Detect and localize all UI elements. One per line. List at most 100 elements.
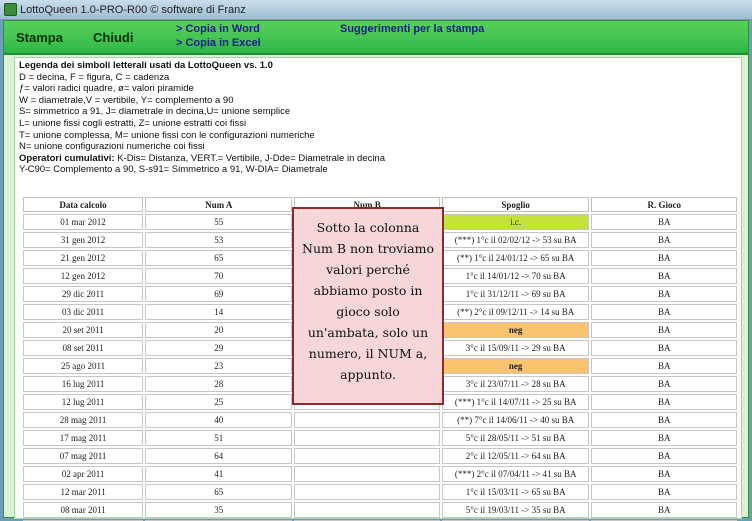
num-b-cell bbox=[294, 466, 440, 482]
rgioco-cell: BA bbox=[591, 214, 737, 230]
legend-line: S= simmetrico a 91, J= diametrale in dec… bbox=[19, 106, 291, 118]
num-a-cell: 65 bbox=[145, 250, 293, 266]
num-a-cell: 69 bbox=[145, 286, 293, 302]
num-a-cell: 40 bbox=[145, 412, 293, 428]
callout-line: valori perché bbox=[326, 262, 410, 277]
date-cell: 12 lug 2011 bbox=[23, 394, 144, 410]
spoglio-cell: 5°c il 28/05/11 -> 51 su BA bbox=[441, 430, 590, 446]
num-a-cell: 20 bbox=[145, 322, 293, 338]
spoglio-cell: 5°c il 19/03/11 -> 35 su BA bbox=[441, 502, 590, 518]
callout-line: appunto. bbox=[340, 367, 396, 382]
operators-label: Operatori cumulativi: bbox=[19, 152, 115, 164]
rgioco-cell: BA bbox=[591, 484, 737, 500]
annotation-callout: Sotto la colonna Num B non troviamo valori… bbox=[292, 207, 444, 405]
spoglio-cell: 3°c il 15/09/11 -> 29 su BA bbox=[441, 340, 590, 356]
date-cell: 08 set 2011 bbox=[23, 340, 144, 356]
callout-line: abbiamo posto in bbox=[313, 283, 423, 298]
num-b-cell bbox=[294, 430, 440, 446]
operators-text: K-Dis= Distanza, VERT.= Vertibile, J-Dde… bbox=[114, 152, 385, 164]
date-cell: 28 mag 2011 bbox=[23, 412, 144, 428]
callout-line: un'ambata, solo un bbox=[307, 325, 429, 340]
spoglio-cell: (**) 7°c il 14/06/11 -> 40 su BA bbox=[441, 412, 590, 428]
spoglio-cell: (***) 2°c il 07/04/11 -> 41 su BA bbox=[441, 466, 590, 482]
rgioco-cell: BA bbox=[591, 268, 737, 284]
spoglio-cell: neg bbox=[441, 322, 590, 338]
date-cell: 25 ago 2011 bbox=[23, 358, 144, 374]
spoglio-cell: 2°c il 12/05/11 -> 64 su BA bbox=[441, 448, 590, 464]
callout-line: Sotto la colonna bbox=[316, 220, 420, 235]
date-cell: 12 gen 2012 bbox=[23, 268, 144, 284]
table-row: 07 mag 2011 64 2°c il 12/05/11 -> 64 su BA… bbox=[23, 448, 737, 464]
app-icon bbox=[4, 3, 17, 16]
date-cell: 17 mag 2011 bbox=[23, 430, 144, 446]
spoglio-cell: 3°c il 23/07/11 -> 28 su BA bbox=[441, 376, 590, 392]
num-a-cell: 23 bbox=[145, 358, 293, 374]
date-cell: 07 mag 2011 bbox=[23, 448, 144, 464]
num-a-cell: 35 bbox=[145, 502, 293, 518]
num-a-cell: 28 bbox=[145, 376, 293, 392]
num-b-cell bbox=[294, 484, 440, 500]
window-title: LottoQueen 1.0-PRO-R00 © software di Fra… bbox=[20, 4, 246, 16]
table-row: 17 mag 2011 51 5°c il 28/05/11 -> 51 su BA… bbox=[23, 430, 737, 446]
suggerimenti-link[interactable]: Suggerimenti per la stampa bbox=[340, 23, 484, 35]
spoglio-cell: (**) 1°c il 24/01/12 -> 65 su BA bbox=[441, 250, 590, 266]
date-cell: 21 gen 2012 bbox=[23, 250, 144, 266]
num-b-cell bbox=[294, 502, 440, 518]
legend: Legenda dei simboli letterali usati da L… bbox=[19, 60, 719, 176]
column-header: Data calcolo bbox=[23, 197, 144, 212]
date-cell: 03 dic 2011 bbox=[23, 304, 144, 320]
num-b-cell bbox=[294, 448, 440, 464]
num-a-cell: 41 bbox=[145, 466, 293, 482]
legend-title: Legenda dei simboli letterali usati da L… bbox=[19, 60, 273, 71]
rgioco-cell: BA bbox=[591, 412, 737, 428]
table-row: 28 mag 2011 40 (**) 7°c il 14/06/11 -> 40 … bbox=[23, 412, 737, 428]
date-cell: 16 lug 2011 bbox=[23, 376, 144, 392]
legend-line: W = diametrale,V = vertibile, Y= complem… bbox=[19, 94, 234, 106]
rgioco-cell: BA bbox=[591, 304, 737, 320]
legend-line: L= unione fissi cogli estratti, Z= union… bbox=[19, 117, 247, 129]
num-a-cell: 51 bbox=[145, 430, 293, 446]
table-row: 12 mar 2011 65 1°c il 15/03/11 -> 65 su BA… bbox=[23, 484, 737, 500]
stampa-menu[interactable]: Stampa bbox=[16, 30, 63, 45]
legend-line: T= unione complessa, M= unione fissi con… bbox=[19, 129, 315, 141]
date-cell: 01 mar 2012 bbox=[23, 214, 144, 230]
date-cell: 12 mar 2011 bbox=[23, 484, 144, 500]
date-cell: 08 mar 2011 bbox=[23, 502, 144, 518]
callout-line: Num B non troviamo bbox=[302, 241, 434, 256]
callout-line: gioco solo bbox=[336, 304, 400, 319]
rgioco-cell: BA bbox=[591, 286, 737, 302]
chiudi-menu[interactable]: Chiudi bbox=[93, 30, 133, 45]
num-a-cell: 53 bbox=[145, 232, 293, 248]
table-row: 08 mar 2011 35 5°c il 19/03/11 -> 35 su BA… bbox=[23, 502, 737, 518]
spoglio-cell: 1°c il 31/12/11 -> 69 su BA bbox=[441, 286, 590, 302]
num-a-cell: 64 bbox=[145, 448, 293, 464]
rgioco-cell: BA bbox=[591, 250, 737, 266]
date-cell: 31 gen 2012 bbox=[23, 232, 144, 248]
num-a-cell: 14 bbox=[145, 304, 293, 320]
legend-operators: Operatori cumulativi: K-Dis= Distanza, V… bbox=[19, 153, 719, 165]
column-header: Num A bbox=[145, 197, 293, 212]
rgioco-cell: BA bbox=[591, 466, 737, 482]
rgioco-cell: BA bbox=[591, 340, 737, 356]
spoglio-cell: (**) 2°c il 09/12/11 -> 14 su BA bbox=[441, 304, 590, 320]
num-b-cell bbox=[294, 412, 440, 428]
copia-word-link[interactable]: > Copia in Word bbox=[176, 23, 260, 35]
date-cell: 20 set 2011 bbox=[23, 322, 144, 338]
title-bar: LottoQueen 1.0-PRO-R00 © software di Fra… bbox=[0, 0, 752, 20]
rgioco-cell: BA bbox=[591, 430, 737, 446]
num-a-cell: 25 bbox=[145, 394, 293, 410]
rgioco-cell: BA bbox=[591, 448, 737, 464]
rgioco-cell: BA bbox=[591, 502, 737, 518]
rgioco-cell: BA bbox=[591, 358, 737, 374]
callout-line: numero, il NUM a, bbox=[308, 346, 428, 361]
spoglio-cell: neg bbox=[441, 358, 590, 374]
spoglio-cell: 1°c il 15/03/11 -> 65 su BA bbox=[441, 484, 590, 500]
num-a-cell: 55 bbox=[145, 214, 293, 230]
rgioco-cell: BA bbox=[591, 394, 737, 410]
legend-line: D = decina, F = figura, C = cadenza bbox=[19, 71, 170, 83]
date-cell: 02 apr 2011 bbox=[23, 466, 144, 482]
num-a-cell: 29 bbox=[145, 340, 293, 356]
app-window: LottoQueen 1.0-PRO-R00 © software di Fra… bbox=[0, 0, 752, 521]
spoglio-cell: (***) 1°c il 14/07/11 -> 25 su BA bbox=[441, 394, 590, 410]
copia-excel-link[interactable]: > Copia in Excel bbox=[176, 37, 261, 49]
